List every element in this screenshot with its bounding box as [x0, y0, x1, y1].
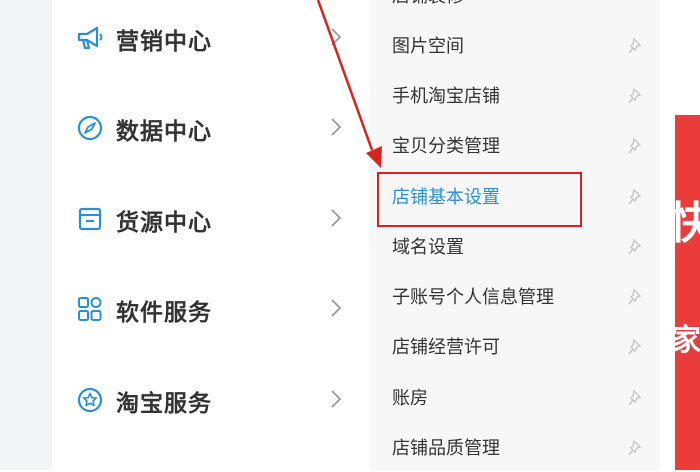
- submenu-item-label: 店铺经营许可: [392, 337, 500, 358]
- submenu-item-category-management[interactable]: 宝贝分类管理: [370, 122, 660, 170]
- submenu-panel: 店铺装修 图片空间 手机淘宝店铺 宝贝分类管理 店铺基本设置 域名设置 子账号个…: [370, 0, 660, 470]
- submenu-item-label: 店铺品质管理: [392, 438, 500, 459]
- sidebar-item-data-center[interactable]: 数据中心: [52, 98, 370, 158]
- banner-area: 快 家: [660, 0, 700, 470]
- submenu-item-shop-decoration[interactable]: 店铺装修: [370, 0, 660, 20]
- left-margin-strip: [0, 0, 52, 470]
- sidebar-item-taobao-services[interactable]: 淘宝服务: [52, 370, 370, 430]
- sidebar-item-marketing[interactable]: 营销中心: [52, 8, 370, 68]
- submenu-item-business-license[interactable]: 店铺经营许可: [370, 323, 660, 371]
- pin-icon[interactable]: [628, 338, 644, 356]
- submenu-item-mobile-taobao-shop[interactable]: 手机淘宝店铺: [370, 72, 660, 120]
- submenu-item-subaccount-info[interactable]: 子账号个人信息管理: [370, 273, 660, 321]
- banner-text-2: 家: [671, 323, 700, 358]
- submenu-item-label: 图片空间: [392, 36, 464, 57]
- pin-icon[interactable]: [628, 137, 644, 155]
- submenu-item-label: 账房: [392, 388, 428, 409]
- chevron-right-icon: [331, 390, 342, 408]
- submenu-item-image-space[interactable]: 图片空间: [370, 22, 660, 70]
- chevron-right-icon: [331, 28, 342, 46]
- pin-icon[interactable]: [628, 188, 644, 206]
- archive-box-icon: [78, 207, 102, 231]
- compass-icon: [77, 115, 103, 141]
- submenu-item-label: 店铺装修: [392, 0, 464, 8]
- annotation-highlight-box: [377, 172, 582, 227]
- chevron-right-icon: [331, 118, 342, 136]
- pin-icon[interactable]: [628, 87, 644, 105]
- submenu-item-label: 手机淘宝店铺: [392, 86, 500, 107]
- submenu-item-label: 子账号个人信息管理: [392, 287, 554, 308]
- submenu-item-domain-settings[interactable]: 域名设置: [370, 223, 660, 271]
- grid-apps-icon: [78, 297, 102, 321]
- sidebar-item-label: 货源中心: [116, 210, 212, 236]
- sidebar-item-software-services[interactable]: 软件服务: [52, 279, 370, 339]
- submenu-item-label: 宝贝分类管理: [392, 136, 500, 157]
- promo-banner: 快 家: [669, 115, 700, 470]
- chevron-right-icon: [331, 299, 342, 317]
- pin-icon[interactable]: [628, 439, 644, 457]
- sidebar-item-supply-center[interactable]: 货源中心: [52, 189, 370, 249]
- chevron-right-icon: [331, 209, 342, 227]
- sidebar-item-label: 数据中心: [116, 119, 212, 145]
- sidebar-item-label: 淘宝服务: [116, 391, 212, 417]
- sidebar-item-label: 营销中心: [116, 29, 212, 55]
- pin-icon[interactable]: [628, 37, 644, 55]
- submenu-item-quality-management[interactable]: 店铺品质管理: [370, 424, 660, 472]
- sidebar-item-label: 软件服务: [116, 300, 212, 326]
- pin-icon[interactable]: [628, 389, 644, 407]
- submenu-item-label: 域名设置: [392, 237, 464, 258]
- pin-icon[interactable]: [628, 238, 644, 256]
- sidebar-nav: 营销中心 数据中心 货源中心 软件服务 淘宝服务: [52, 0, 370, 470]
- star-circle-icon: [77, 387, 103, 413]
- banner-text-1: 快: [669, 198, 700, 249]
- megaphone-icon: [77, 26, 103, 50]
- submenu-item-account-room[interactable]: 账房: [370, 374, 660, 422]
- pin-icon[interactable]: [628, 288, 644, 306]
